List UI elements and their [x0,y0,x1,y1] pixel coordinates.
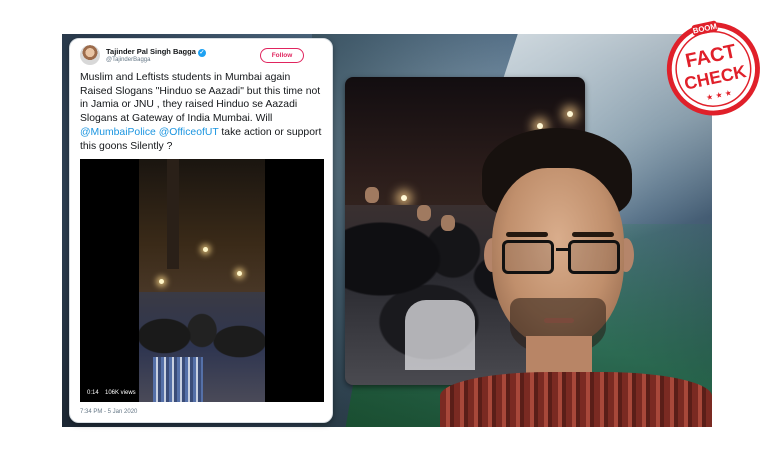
person-shirt [440,372,712,427]
person-eyebrow [506,232,548,237]
tweet-header: Tajinder Pal Singh Bagga ✓ @TajinderBagga… [80,45,324,71]
video-views-badge: 106K views [102,389,139,397]
raised-fist [365,187,379,203]
mention-link[interactable]: @OfficeofUT [159,127,219,138]
author-name[interactable]: Tajinder Pal Singh Bagga ✓ [106,47,206,57]
glasses-bridge [556,248,568,251]
tweet-card: Tajinder Pal Singh Bagga ✓ @TajinderBagga… [69,38,333,423]
video-duration-badge: 0:14 [84,389,102,397]
photo-streetlight [401,195,407,201]
tweet-timestamp[interactable]: 7:34 PM - 5 Jan 2020 [80,409,137,415]
fact-check-banner: Tajinder Pal Singh Bagga ✓ @TajinderBagga… [0,0,770,462]
glasses-lens-icon [502,240,554,274]
tweet-text: Muslim and Leftists students in Mumbai a… [80,71,324,153]
person-portrait [440,128,712,427]
video-frame [139,159,265,402]
stamp-badge-icon: BOOM FACT CHECK ★ ★ ★ [666,20,760,116]
avatar[interactable] [80,45,100,65]
raised-fist [417,205,431,221]
person-mouth [544,318,574,323]
tweet-text-part: Muslim and Leftists students in Mumbai a… [80,72,321,125]
mention-link[interactable]: @MumbaiPolice [80,127,156,138]
video-streetlight [203,247,208,252]
author-name-text: Tajinder Pal Singh Bagga [106,47,196,56]
person-eyebrow [572,232,614,237]
verified-badge-icon: ✓ [197,49,206,57]
video-tower [167,159,179,269]
tweet-video[interactable]: 0:14 106K views [80,159,324,402]
video-streetlight [237,271,242,276]
video-person-shirt [153,357,203,402]
photo-streetlight [567,111,573,117]
glasses-lens-icon [568,240,620,274]
follow-button[interactable]: Follow [260,48,304,63]
video-streetlight [159,279,164,284]
fact-check-stamp: BOOM FACT CHECK ★ ★ ★ [655,9,770,125]
author-handle[interactable]: @TajinderBagga [106,57,150,63]
